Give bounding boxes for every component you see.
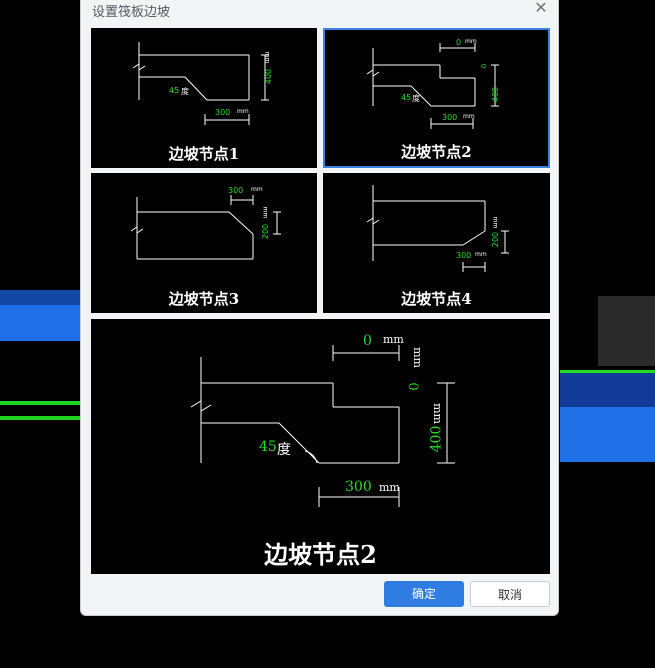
node-2-side-offset: 0 [480,63,489,69]
node-1-angle-unit: 度 [181,87,189,96]
node-1-angle: 45 [169,86,180,95]
node-1-width: 300 [215,108,231,117]
preview-label: 边坡节点2 [264,540,377,569]
node-3-width: 300 [228,186,244,195]
node-2-width: 300 [442,113,458,122]
preview-offset-unit: mm [383,333,404,346]
scene-slab-edge [0,290,80,306]
node-4-label: 边坡节点4 [401,290,472,308]
preview-offset: 0 [363,333,372,349]
node-2-offset: 0 [456,38,462,47]
node-3-height: 200 [261,223,271,240]
node-1-height: 400 [264,68,274,85]
cancel-button[interactable]: 取消 [470,581,550,607]
preview-width: 300 [345,479,372,495]
node-2-angle: 45 [401,93,412,102]
node-2-label: 边坡节点2 [401,143,472,161]
node-2-angle-unit: 度 [412,94,420,103]
node-option-3[interactable]: 300 mm 200 mm 边坡节点3 [91,173,317,313]
preview-angle-unit: 度 [277,442,291,458]
node-4-width-unit: mm [475,251,487,258]
close-icon[interactable]: ✕ [532,0,550,17]
dialog-title: 设置筏板边坡 [92,5,171,20]
node-2-height: 400 [491,86,501,103]
node-4-height: 200 [491,231,501,248]
preview-angle: 45 [259,439,277,455]
scene-slab-right-top [560,370,655,407]
node-4-height-unit: mm [491,216,499,229]
node-1-label: 边坡节点1 [168,145,240,163]
preview-side-offset: 0 [407,382,423,391]
node-3-height-unit: mm [261,206,269,219]
preview-height-unit: mm [430,403,444,424]
node-1-width-unit: mm [237,108,249,115]
node-2-offset-unit: mm [465,38,477,45]
node-preview: 0 mm mm 0 mm 400 45 度 300 mm 边坡节点2 [91,319,550,574]
node-option-4[interactable]: 300 mm 200 mm 边坡节点4 [323,173,550,313]
node-3-label: 边坡节点3 [168,290,240,308]
node-option-2[interactable]: 0 mm 0 45 度 400 300 mm 边坡节点2 [323,28,550,168]
scene-green-line [0,416,80,420]
scene-slab-left [0,305,80,341]
node-2-width-unit: mm [463,113,475,120]
node-4-width: 300 [456,251,472,260]
slope-settings-dialog: 设置筏板边坡 ✕ 45 度 300 mm 400 mm 边坡节点1 0 mm 0… [80,0,559,616]
preview-side-unit: mm [410,347,424,368]
node-3-width-unit: mm [251,186,263,193]
node-1-height-unit: mm [263,51,271,64]
scene-green-line [0,401,80,405]
node-option-1[interactable]: 45 度 300 mm 400 mm 边坡节点1 [91,28,317,168]
preview-height: 400 [428,425,445,453]
scene-wall-block [598,296,655,366]
preview-width-unit: mm [379,481,400,494]
ok-button[interactable]: 确定 [384,581,464,607]
